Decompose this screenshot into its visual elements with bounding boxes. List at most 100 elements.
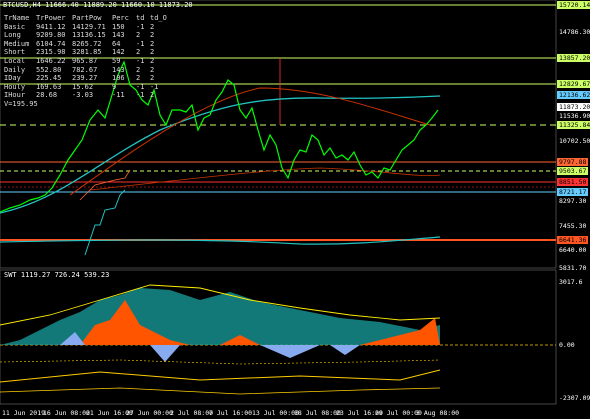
table-header-row: TrName TrPower PartPow Perc td td_O (4, 14, 167, 23)
table-cell: 965.87 (72, 56, 98, 65)
table-cell: -11 (112, 91, 125, 100)
table-row: V=195.95 (4, 100, 164, 109)
trend-power-table: TrName TrPower PartPow Perc td td_O Basi… (4, 14, 167, 109)
table-cell: 143 (112, 31, 125, 40)
table-header-cell: PartPow (72, 14, 102, 22)
table-cell: 2 (150, 31, 155, 40)
table-cell: 9411.12 (36, 22, 66, 31)
table-cell: 225.45 (36, 74, 62, 83)
price-axis-label: 7455.30 (559, 222, 587, 230)
price-tag: 13857.20 (557, 54, 590, 62)
table-cell: -1 (136, 56, 145, 65)
price-axis-label: 8297.30 (559, 197, 587, 205)
table-header-cell: TrPower (36, 14, 66, 22)
price-tag: 12136.62 (557, 91, 590, 99)
date-axis-label: 18 Jul 08:00 (294, 409, 341, 417)
price-axis-label: 11536.90 (559, 112, 590, 120)
date-axis-label: 7 Jul 16:00 (209, 409, 253, 417)
table-header-cell: td_O (150, 14, 167, 22)
table-cell: -1 (136, 91, 145, 100)
table-cell: 3281.85 (72, 48, 102, 57)
price-tag: 6641.36 (557, 236, 589, 244)
table-cell: 2 (150, 74, 155, 83)
table-cell: 28.68 (36, 91, 58, 100)
table-cell: Long (4, 31, 21, 40)
table-cell: 14129.71 (72, 22, 106, 31)
price-tag: 12829.67 (557, 80, 590, 88)
price-tag: 9797.88 (557, 158, 589, 166)
table-cell: -1 (136, 39, 145, 48)
table-cell: -3.03 (72, 91, 94, 100)
table-cell: IHour (4, 91, 26, 100)
table-header-cell: td (136, 14, 145, 22)
date-axis-label: 13 Jul 00:00 (252, 409, 299, 417)
table-cell: 2 (136, 65, 141, 74)
table-cell: 6104.74 (36, 39, 66, 48)
table-cell: 143 (112, 65, 125, 74)
table-cell: 13136.15 (72, 31, 106, 40)
table-cell: 2 (136, 31, 141, 40)
table-row: Medium 6104.74 8265.72 64 -1 2 (4, 40, 164, 49)
price-axis-label: 10702.50 (559, 137, 590, 145)
table-cell: 239.27 (72, 74, 98, 83)
date-axis-label: 29 Jul 00:00 (375, 409, 422, 417)
price-tag: 8721.17 (557, 188, 589, 196)
table-cell: 2 (150, 56, 155, 65)
table-cell: 2315.98 (36, 48, 66, 57)
table-cell: Short (4, 48, 26, 57)
table-cell: 782.67 (72, 65, 98, 74)
table-cell: 8265.72 (72, 39, 102, 48)
table-cell: 2 (150, 91, 155, 100)
table-cell: 1646.22 (36, 56, 66, 65)
table-cell: -1 (136, 82, 145, 91)
symbol-header: BTCUSD,H4 11666.40 11889.20 11660.10 118… (3, 1, 193, 9)
table-row: Houly 169.63 15.62 9 -1 -1 (4, 83, 164, 92)
table-cell: Daily (4, 65, 26, 74)
table-cell: -1 (150, 82, 159, 91)
table-cell: 2 (136, 74, 141, 83)
table-row: IHour 28.68 -3.03 -11 -1 2 (4, 91, 164, 100)
table-cell: 9 (112, 82, 117, 91)
table-cell: 2 (150, 22, 155, 31)
date-axis-label: 16 Jun 08:00 (43, 409, 90, 417)
table-row: IDay 225.45 239.27 106 2 2 (4, 74, 164, 83)
table-cell: 2 (150, 48, 155, 57)
price-tag: 11325.84 (557, 121, 590, 129)
table-cell: 106 (112, 74, 125, 83)
price-axis-label: 14786.30 (559, 28, 590, 36)
table-header-cell: Perc (112, 14, 129, 22)
table-cell: Houly (4, 82, 26, 91)
table-cell: 2 (150, 39, 155, 48)
date-axis-label: 3 Aug 08:00 (416, 409, 460, 417)
date-axis-label: 2 Jul 08:00 (170, 409, 214, 417)
table-cell: 64 (112, 39, 121, 48)
table-cell: 142 (112, 48, 125, 57)
date-axis-label: 11 Jun 2019 (2, 409, 46, 417)
table-row: Daily 552.80 782.67 143 2 2 (4, 66, 164, 75)
date-axis-label: 27 Jun 00:00 (126, 409, 173, 417)
sub-axis-label: -2307.09 (559, 394, 590, 402)
table-row: Local 1646.22 965.87 59 -1 2 (4, 57, 164, 66)
table-cell: 150 (112, 22, 125, 31)
table-cell: 2 (150, 65, 155, 74)
price-axis-label: 6640.00 (559, 246, 587, 254)
table-row: Short 2315.98 3281.85 142 2 2 (4, 48, 164, 57)
sub-axis-label: 3017.6 (559, 278, 583, 286)
price-axis-label: 5831.70 (559, 264, 587, 272)
table-row: Basic 9411.12 14129.71 150 -1 2 (4, 23, 164, 32)
table-cell: 169.63 (36, 82, 62, 91)
table-cell: Local (4, 56, 26, 65)
table-cell: 9209.80 (36, 31, 66, 40)
price-tag: 9503.67 (557, 167, 589, 175)
table-cell: 2 (136, 48, 141, 57)
price-tag: 8851.50 (557, 178, 589, 186)
table-cell: 59 (112, 56, 121, 65)
table-cell: 15.62 (72, 82, 94, 91)
table-cell: Medium (4, 39, 30, 48)
table-header-cell: TrName (4, 14, 30, 22)
table-cell: Basic (4, 22, 26, 31)
sub-window-title: SWT 1119.27 726.24 539.23 (4, 271, 110, 279)
price-tag: 11873.20 (557, 103, 590, 111)
table-row: Long 9209.80 13136.15 143 2 2 (4, 31, 164, 40)
table-cell: -1 (136, 22, 145, 31)
